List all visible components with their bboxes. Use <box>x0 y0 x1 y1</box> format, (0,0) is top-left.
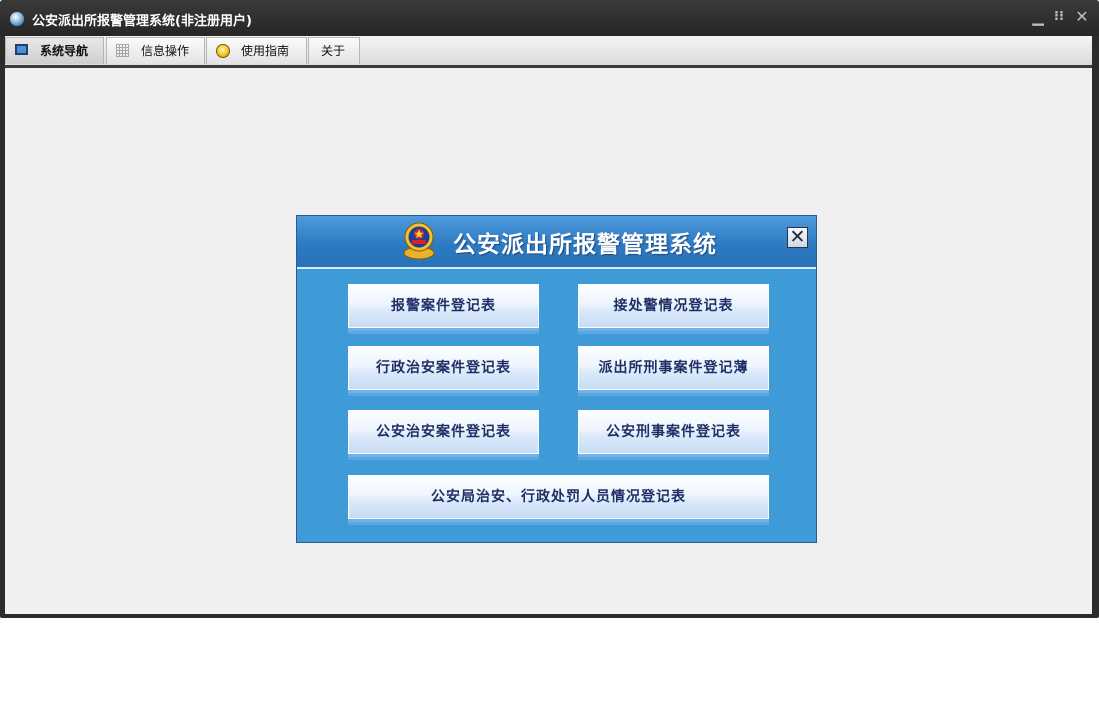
tab-info-operation[interactable]: 信息操作 <box>106 37 205 64</box>
tab-user-guide[interactable]: 使用指南 <box>206 37 307 64</box>
tab-label: 使用指南 <box>241 44 290 58</box>
window-title: 公安派出所报警管理系统(非注册用户) <box>32 14 252 29</box>
penalty-personnel-register-button[interactable]: 公安局治安、行政处罚人员情况登记表 <box>348 475 769 519</box>
public-security-case-register-button[interactable]: 公安治安案件登记表 <box>348 410 539 454</box>
tab-about[interactable]: 关于 <box>308 37 360 64</box>
criminal-case-register-button[interactable]: 公安刑事案件登记表 <box>578 410 769 454</box>
monitor-icon <box>15 44 28 55</box>
restore-icon[interactable]: ⁝⁝ <box>1050 7 1068 27</box>
close-icon[interactable]: ✕ <box>1073 7 1091 27</box>
title-bar[interactable]: 公安派出所报警管理系统(非注册用户) ▁ ⁝⁝ ✕ <box>0 0 1099 36</box>
alarm-handling-register-button[interactable]: 接处警情况登记表 <box>578 284 769 328</box>
police-emblem-icon <box>403 222 435 260</box>
dialog-title: 公安派出所报警管理系统 <box>453 232 717 258</box>
tab-system-navigation[interactable]: 系统导航 <box>5 37 104 64</box>
dialog-close-icon[interactable]: ✕ <box>787 227 808 248</box>
admin-security-case-register-button[interactable]: 行政治安案件登记表 <box>348 346 539 390</box>
tab-label: 关于 <box>321 44 346 58</box>
alarm-case-register-button[interactable]: 报警案件登记表 <box>348 284 539 328</box>
dialog-header: 公安派出所报警管理系统 ✕ <box>297 216 816 269</box>
app-logo-icon <box>10 12 24 26</box>
grid-icon <box>116 44 129 57</box>
bulb-icon <box>216 44 230 58</box>
station-criminal-case-register-button[interactable]: 派出所刑事案件登记薄 <box>578 346 769 390</box>
minimize-icon[interactable]: ▁ <box>1029 7 1047 27</box>
tab-bar: 系统导航 信息操作 使用指南 关于 <box>5 36 1092 68</box>
tab-label: 系统导航 <box>40 44 89 58</box>
tab-label: 信息操作 <box>141 44 190 58</box>
